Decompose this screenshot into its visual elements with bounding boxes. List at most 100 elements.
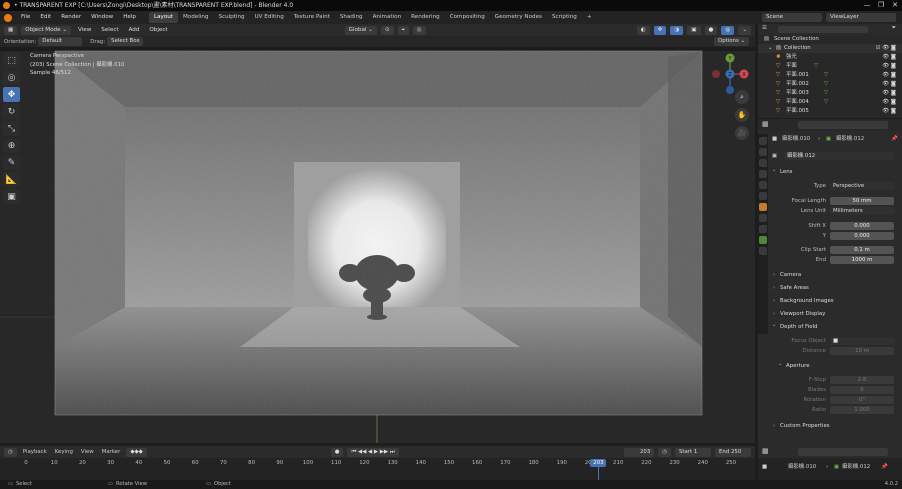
blades-field[interactable]: 0 xyxy=(830,386,894,394)
shading-options-icon[interactable]: ⌄ xyxy=(738,25,751,35)
view-layer-tab-icon[interactable] xyxy=(759,170,767,178)
outliner-editor-icon[interactable]: ☰ xyxy=(762,24,767,33)
lens-panel-header[interactable]: Lens xyxy=(768,165,902,177)
xray-icon[interactable]: ▣ xyxy=(687,25,701,35)
shift-x-field[interactable]: 0.000 xyxy=(830,222,894,230)
visibility-icons[interactable]: 👁 ◙ xyxy=(882,89,896,98)
measure-tool-icon[interactable]: 📐 xyxy=(3,172,20,187)
tab-rendering[interactable]: Rendering xyxy=(406,12,445,23)
shading-rendered-icon[interactable]: ◍ xyxy=(721,25,735,35)
world-tab-icon[interactable] xyxy=(759,192,767,200)
texture-tab-icon[interactable] xyxy=(759,247,767,255)
ratio-field[interactable]: 1.000 xyxy=(830,406,894,414)
shift-y-field[interactable]: 0.000 xyxy=(830,232,894,240)
annotate-tool-icon[interactable]: ✎ xyxy=(3,155,20,170)
distance-field[interactable]: 10 m xyxy=(830,347,894,355)
view-layer-selector[interactable]: ViewLayer xyxy=(826,13,896,22)
outliner-item[interactable]: ▽ 平面 ▽ 👁 ◙ xyxy=(758,62,902,71)
constraints-tab-icon[interactable] xyxy=(759,225,767,233)
shading-solid-icon[interactable]: ● xyxy=(704,25,718,35)
safe-areas-panel-header[interactable]: Safe Areas xyxy=(768,283,902,293)
object-tab-icon[interactable] xyxy=(759,203,767,211)
datablock-name-field[interactable]: 攝影機.012 xyxy=(784,152,894,160)
current-frame-field[interactable]: 203 xyxy=(624,447,655,457)
playhead[interactable]: 203 xyxy=(590,459,607,467)
tab-shading[interactable]: Shading xyxy=(335,12,368,23)
menu-keying[interactable]: Keying xyxy=(51,449,77,455)
scene-selector[interactable]: Scene xyxy=(762,13,822,22)
options-dropdown[interactable]: Options ⌄ xyxy=(713,37,749,46)
tab-geometry-nodes[interactable]: Geometry Nodes xyxy=(490,12,547,23)
select-box-tool-icon[interactable]: ⬚ xyxy=(3,53,20,68)
pin-icon[interactable]: 📌 xyxy=(891,134,898,144)
timeline-editor-icon[interactable]: ◷ xyxy=(4,447,17,457)
outliner-scene-collection[interactable]: ▤ Scene Collection xyxy=(758,35,902,44)
aperture-panel-header[interactable]: Aperture xyxy=(774,359,902,371)
scale-tool-icon[interactable]: ⤡ xyxy=(3,121,20,136)
visibility-icons[interactable]: ☑ 👁 ◙ xyxy=(876,44,896,53)
properties-editor-icon[interactable]: ▦ xyxy=(762,120,769,128)
add-cube-tool-icon[interactable]: ▣ xyxy=(3,189,20,204)
clip-start-field[interactable]: 0.1 m xyxy=(830,246,894,254)
menu-marker[interactable]: Marker xyxy=(98,449,125,455)
pin-icon[interactable]: 📌 xyxy=(881,462,888,472)
tool-tab-icon[interactable] xyxy=(759,137,767,145)
menu-timeline-view[interactable]: View xyxy=(77,449,98,455)
bottom-search-input[interactable] xyxy=(798,448,888,456)
3d-viewport[interactable] xyxy=(0,47,755,443)
tab-layout[interactable]: Layout xyxy=(148,12,178,23)
tab-scripting[interactable]: Scripting xyxy=(547,12,582,23)
outliner-item[interactable]: ▽ 平面.001 ▽ 👁 ◙ xyxy=(758,71,902,80)
outliner-item[interactable]: ▽ 平面.004 ▽ 👁 ◙ xyxy=(758,98,902,107)
menu-playback[interactable]: Playback xyxy=(19,449,51,455)
viewport-display-panel-header[interactable]: Viewport Display xyxy=(768,309,902,319)
lens-unit-dropdown[interactable]: Millimeters xyxy=(830,207,894,215)
background-images-panel-header[interactable]: Background Images xyxy=(768,296,902,306)
menu-select[interactable]: Select xyxy=(96,27,123,33)
keyframe-icons[interactable]: ◆◆◆ xyxy=(126,447,147,457)
menu-add[interactable]: Add xyxy=(124,27,145,33)
fstop-field[interactable]: 2.8 xyxy=(830,376,894,384)
blender-menu-icon[interactable] xyxy=(4,13,12,22)
transform-tool-icon[interactable]: ⊕ xyxy=(3,138,20,153)
tab-uv-editing[interactable]: UV Editing xyxy=(250,12,289,23)
rotate-tool-icon[interactable]: ↻ xyxy=(3,104,20,119)
transform-orientation-dropdown[interactable]: Global ⌄ xyxy=(344,25,377,35)
depth-of-field-panel-header[interactable]: Depth of Field xyxy=(768,320,902,332)
close-button[interactable]: ✕ xyxy=(888,0,902,11)
menu-file[interactable]: File xyxy=(16,11,35,24)
filter-icon[interactable]: ⏷ xyxy=(892,24,896,33)
visibility-icons[interactable]: 👁 ◙ xyxy=(882,62,896,71)
physics-tab-icon[interactable] xyxy=(759,214,767,222)
visibility-icons[interactable]: 👁 ◙ xyxy=(882,107,896,116)
scene-tab-icon[interactable] xyxy=(759,181,767,189)
cursor-tool-icon[interactable]: ◎ xyxy=(3,70,20,85)
visibility-icons[interactable]: 👁 ◙ xyxy=(882,98,896,107)
editor-type-icon[interactable]: ▦ xyxy=(4,25,18,35)
preview-range-icon[interactable]: ◷ xyxy=(658,447,671,457)
visibility-icons[interactable]: 👁 ◙ xyxy=(882,71,896,80)
pivot-icon[interactable]: ⊙ xyxy=(380,25,394,35)
camera-view-icon[interactable]: 🎥 xyxy=(735,126,749,140)
pan-hand-icon[interactable]: ✋ xyxy=(735,108,749,122)
menu-object[interactable]: Object xyxy=(144,27,172,33)
tab-animation[interactable]: Animation xyxy=(368,12,407,23)
properties-search-input[interactable] xyxy=(798,121,888,129)
orientation-dropdown[interactable]: Default xyxy=(38,37,83,46)
render-tab-icon[interactable] xyxy=(759,148,767,156)
timeline-ruler[interactable]: 0 10 20 30 40 50 60 70 80 90 100 110 120 130 140 150 160… xyxy=(0,458,755,480)
record-button[interactable]: ● xyxy=(330,447,344,457)
visibility-icon[interactable]: ◐ xyxy=(636,25,650,35)
tab-compositing[interactable]: Compositing xyxy=(445,12,490,23)
minimize-button[interactable]: — xyxy=(860,0,874,11)
playback-controls[interactable]: ⏮ ◀◀ ◀ ▶ ▶▶ ⏭ xyxy=(347,447,399,457)
proportional-edit-icon[interactable]: ◎ xyxy=(412,25,426,35)
snap-icon[interactable]: ⌖ xyxy=(397,25,409,35)
gizmo-toggle-icon[interactable]: ✥ xyxy=(653,25,667,35)
drag-dropdown[interactable]: Select Box xyxy=(107,37,144,46)
menu-render[interactable]: Render xyxy=(56,11,86,24)
tab-sculpting[interactable]: Sculpting xyxy=(213,12,249,23)
lens-type-dropdown[interactable]: Perspective xyxy=(830,182,894,190)
add-workspace-button[interactable]: + xyxy=(582,12,597,23)
tab-modeling[interactable]: Modeling xyxy=(178,12,213,23)
